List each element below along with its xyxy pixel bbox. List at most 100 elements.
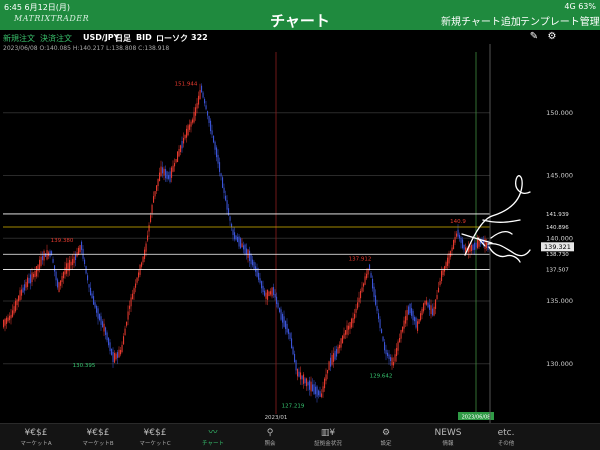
candle: [7, 317, 9, 322]
news-icon: NEWS: [434, 428, 462, 438]
candle: [154, 191, 156, 197]
gear-icon[interactable]: ⚙: [546, 31, 558, 43]
ohlc-readout: 2023/06/08 O:140.085 H:140.217 L:138.808…: [3, 45, 170, 52]
nav-item-8[interactable]: NEWS 情報: [419, 424, 477, 450]
candle: [279, 307, 281, 312]
candle: [196, 103, 198, 109]
currency-pair-select[interactable]: USD/JPY: [83, 33, 119, 42]
candle: [198, 95, 200, 105]
candle: [181, 140, 183, 149]
candle: [403, 320, 405, 329]
candle: [396, 348, 398, 357]
candle: [373, 286, 375, 297]
candle: [187, 125, 189, 136]
candle: [141, 262, 143, 267]
price-side-select[interactable]: BID: [136, 33, 152, 42]
candle: [231, 223, 233, 227]
candle: [277, 302, 279, 308]
nav-item-7[interactable]: ⚙ 設定: [357, 424, 415, 450]
nav-item-2[interactable]: ¥€$£ マーケットB: [69, 424, 127, 450]
candle-count[interactable]: 322: [191, 33, 208, 42]
candle: [243, 245, 245, 250]
candle: [325, 374, 327, 381]
candle: [475, 242, 477, 248]
candle: [340, 338, 342, 348]
add-new-chart-button[interactable]: 新規チャート追加: [441, 13, 521, 28]
candle: [157, 178, 159, 187]
candle: [453, 239, 455, 250]
candle: [36, 266, 38, 277]
candle: [382, 336, 384, 341]
price-annotation: 129.642: [370, 373, 393, 379]
nav-item-label: 設定: [380, 441, 392, 447]
candle: [183, 137, 185, 144]
candle: [25, 282, 27, 288]
price-chart[interactable]: 2023/01 2023/06/08 141.939140.896138.7301…: [0, 44, 600, 423]
template-manage-button[interactable]: テンプレート管理: [520, 13, 600, 28]
candle: [394, 354, 396, 362]
candle: [174, 163, 176, 167]
nav-item-9[interactable]: etc. その他: [477, 424, 535, 450]
new-order-button[interactable]: 新規注文: [3, 33, 35, 44]
candle: [391, 357, 393, 366]
candle: [436, 294, 438, 300]
chart-type-select[interactable]: ローソク: [156, 33, 188, 44]
candle: [87, 275, 89, 281]
candle: [208, 116, 210, 123]
candle: [159, 172, 161, 181]
nav-item-5[interactable]: ⚲ 照会: [241, 424, 299, 450]
candle: [216, 147, 218, 158]
candle: [334, 350, 336, 360]
candle: [357, 302, 359, 309]
candle: [226, 200, 228, 210]
candle: [424, 300, 426, 305]
candle: [268, 291, 270, 297]
candle: [342, 335, 344, 344]
candle: [10, 314, 12, 319]
currency-icon: ¥€$£: [24, 428, 48, 438]
candle: [148, 225, 150, 232]
nav-item-1[interactable]: ¥€$£ マーケットA: [7, 424, 65, 450]
candle: [253, 262, 255, 270]
pen-icon[interactable]: ✎: [528, 31, 540, 43]
nav-item-6[interactable]: ▥¥ 証拠金状況: [299, 424, 357, 450]
y-tick-label: 130.000: [546, 360, 573, 368]
candle: [463, 245, 465, 250]
candle: [448, 253, 450, 264]
candle: [54, 265, 56, 272]
candle: [307, 382, 309, 386]
candle: [30, 274, 32, 284]
settle-order-button[interactable]: 決済注文: [40, 33, 72, 44]
price-annotation: 140.9: [450, 219, 466, 225]
nav-item-3[interactable]: ¥€$£ マーケットC: [126, 424, 184, 450]
gear-icon: ⚙: [381, 428, 391, 438]
candle: [126, 321, 128, 326]
candle: [40, 256, 42, 266]
candle: [202, 92, 204, 98]
candle: [291, 338, 293, 349]
candle: [180, 145, 182, 153]
candle: [121, 344, 123, 353]
candle: [364, 276, 366, 285]
candle: [15, 300, 17, 312]
candle: [19, 290, 21, 301]
price-annotation: 137.912: [349, 256, 372, 262]
currency-icon: ▥¥: [320, 428, 336, 438]
candle: [259, 278, 261, 283]
candle: [24, 284, 26, 291]
candle: [346, 325, 348, 335]
candle: [406, 310, 408, 321]
candle: [360, 291, 362, 299]
app-root: 6:45 6月12日(月) 4G 63% MATRIXTRADER チャート 新…: [0, 0, 600, 450]
candle: [349, 322, 351, 329]
candle: [321, 393, 323, 397]
candle: [379, 319, 381, 329]
candle: [42, 255, 44, 261]
candle: [417, 321, 419, 331]
candle: [295, 360, 297, 371]
candle: [105, 327, 107, 335]
candle: [280, 309, 282, 320]
nav-item-4[interactable]: 〰チャート: [184, 424, 242, 450]
period-select[interactable]: 日足: [115, 33, 131, 44]
candle: [399, 338, 401, 343]
